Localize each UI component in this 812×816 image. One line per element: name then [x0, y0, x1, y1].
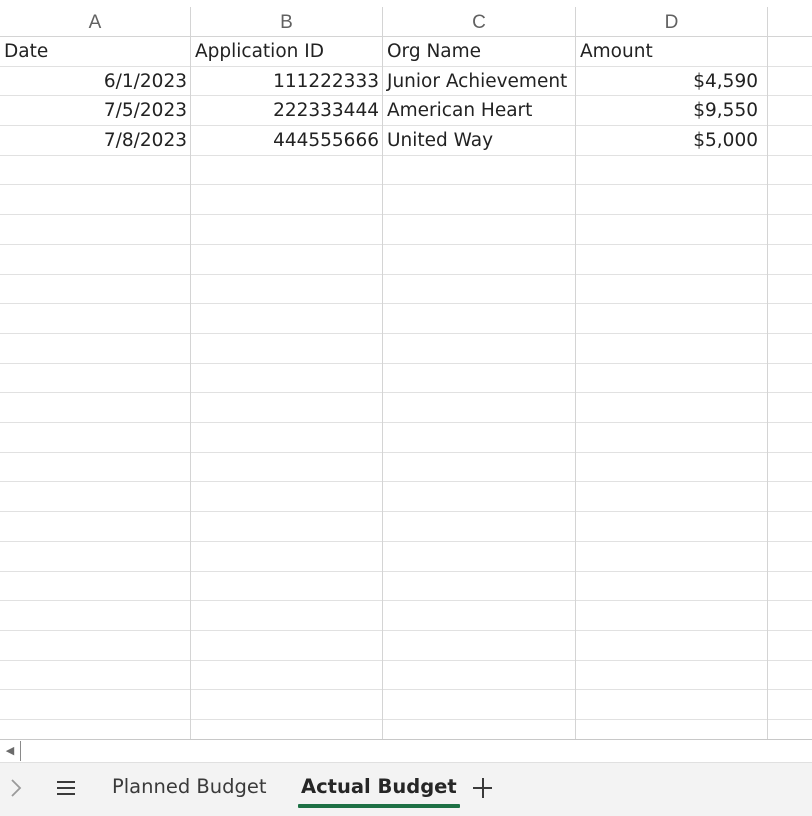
- table-row: Date Application ID Org Name Amount: [0, 37, 812, 67]
- cell-c1[interactable]: Org Name: [383, 37, 576, 67]
- table-row[interactable]: [0, 572, 812, 602]
- cell-b2[interactable]: 111222333: [191, 67, 383, 97]
- gridline-vertical: [382, 7, 383, 740]
- column-header-a[interactable]: A: [0, 7, 191, 36]
- column-header-label: D: [664, 12, 679, 33]
- table-row[interactable]: [0, 720, 812, 740]
- table-row[interactable]: [0, 542, 812, 572]
- chevron-right-icon[interactable]: [6, 773, 26, 803]
- table-row[interactable]: [0, 483, 812, 513]
- table-row[interactable]: [0, 215, 812, 245]
- cell-d3[interactable]: $9,550: [576, 96, 768, 126]
- table-row[interactable]: [0, 690, 812, 721]
- gridline-vertical: [190, 7, 191, 740]
- cell-d2[interactable]: $4,590: [576, 67, 768, 97]
- cell-c2[interactable]: Junior Achievement: [383, 67, 576, 97]
- table-row[interactable]: [0, 304, 812, 334]
- cell-a1[interactable]: Date: [0, 37, 191, 67]
- spreadsheet-window: A B C D Date Application ID Org Name Amo…: [0, 0, 812, 816]
- table-row[interactable]: [0, 393, 812, 424]
- active-tab-indicator: [298, 804, 460, 808]
- cell-b4[interactable]: 444555666: [191, 126, 383, 156]
- sheet-tab-bar: Planned Budget Actual Budget: [0, 762, 812, 816]
- table-row[interactable]: [0, 275, 812, 305]
- sheet-tab-label: Actual Budget: [301, 775, 457, 798]
- column-header-b[interactable]: B: [191, 7, 383, 36]
- cell-c3[interactable]: American Heart: [383, 96, 576, 126]
- worksheet-grid[interactable]: A B C D Date Application ID Org Name Amo…: [0, 0, 812, 740]
- cell-b3[interactable]: 222333444: [191, 96, 383, 126]
- sheet-tab-actual-budget[interactable]: Actual Budget: [298, 769, 460, 809]
- column-header-label: B: [280, 12, 293, 33]
- gridline-vertical: [767, 7, 768, 740]
- cell-d1[interactable]: Amount: [576, 37, 768, 67]
- sheet-tab-planned-budget[interactable]: Planned Budget: [112, 769, 267, 809]
- hamburger-menu-icon[interactable]: [54, 773, 80, 803]
- column-header-label: A: [88, 12, 102, 33]
- table-row: 7/8/2023 444555666 United Way $5,000: [0, 126, 812, 156]
- gridline-vertical: [575, 7, 576, 740]
- column-header-e[interactable]: [768, 7, 812, 36]
- table-row[interactable]: [0, 186, 812, 216]
- sheet-tab-label: Planned Budget: [112, 775, 267, 798]
- cell-a2[interactable]: 6/1/2023: [0, 67, 191, 97]
- chevron-right-icon: [11, 779, 22, 797]
- table-row[interactable]: [0, 334, 812, 364]
- table-row[interactable]: [0, 601, 812, 631]
- column-header-label: C: [472, 12, 486, 33]
- cell-b1[interactable]: Application ID: [191, 37, 383, 67]
- table-row[interactable]: [0, 245, 812, 275]
- scroll-left-arrow-icon[interactable]: ◀: [3, 744, 17, 758]
- column-header-d[interactable]: D: [576, 7, 768, 36]
- table-row[interactable]: [0, 453, 812, 483]
- cell-d4[interactable]: $5,000: [576, 126, 768, 156]
- scrollbar-divider[interactable]: [20, 741, 21, 761]
- cell-a4[interactable]: 7/8/2023: [0, 126, 191, 156]
- table-row: 7/5/2023 222333444 American Heart $9,550: [0, 96, 812, 127]
- table-row[interactable]: [0, 661, 812, 691]
- plus-icon[interactable]: [470, 773, 496, 803]
- table-row[interactable]: [0, 512, 812, 542]
- column-header-row: A B C D: [0, 7, 812, 37]
- table-row[interactable]: [0, 631, 812, 661]
- column-header-c[interactable]: C: [383, 7, 576, 36]
- table-row[interactable]: [0, 423, 812, 453]
- table-row[interactable]: [0, 156, 812, 186]
- cell-a3[interactable]: 7/5/2023: [0, 96, 191, 126]
- cell-c4[interactable]: United Way: [383, 126, 576, 156]
- table-row: 6/1/2023 111222333 Junior Achievement $4…: [0, 67, 812, 97]
- table-row[interactable]: [0, 364, 812, 394]
- horizontal-scrollbar[interactable]: ◀: [0, 739, 812, 762]
